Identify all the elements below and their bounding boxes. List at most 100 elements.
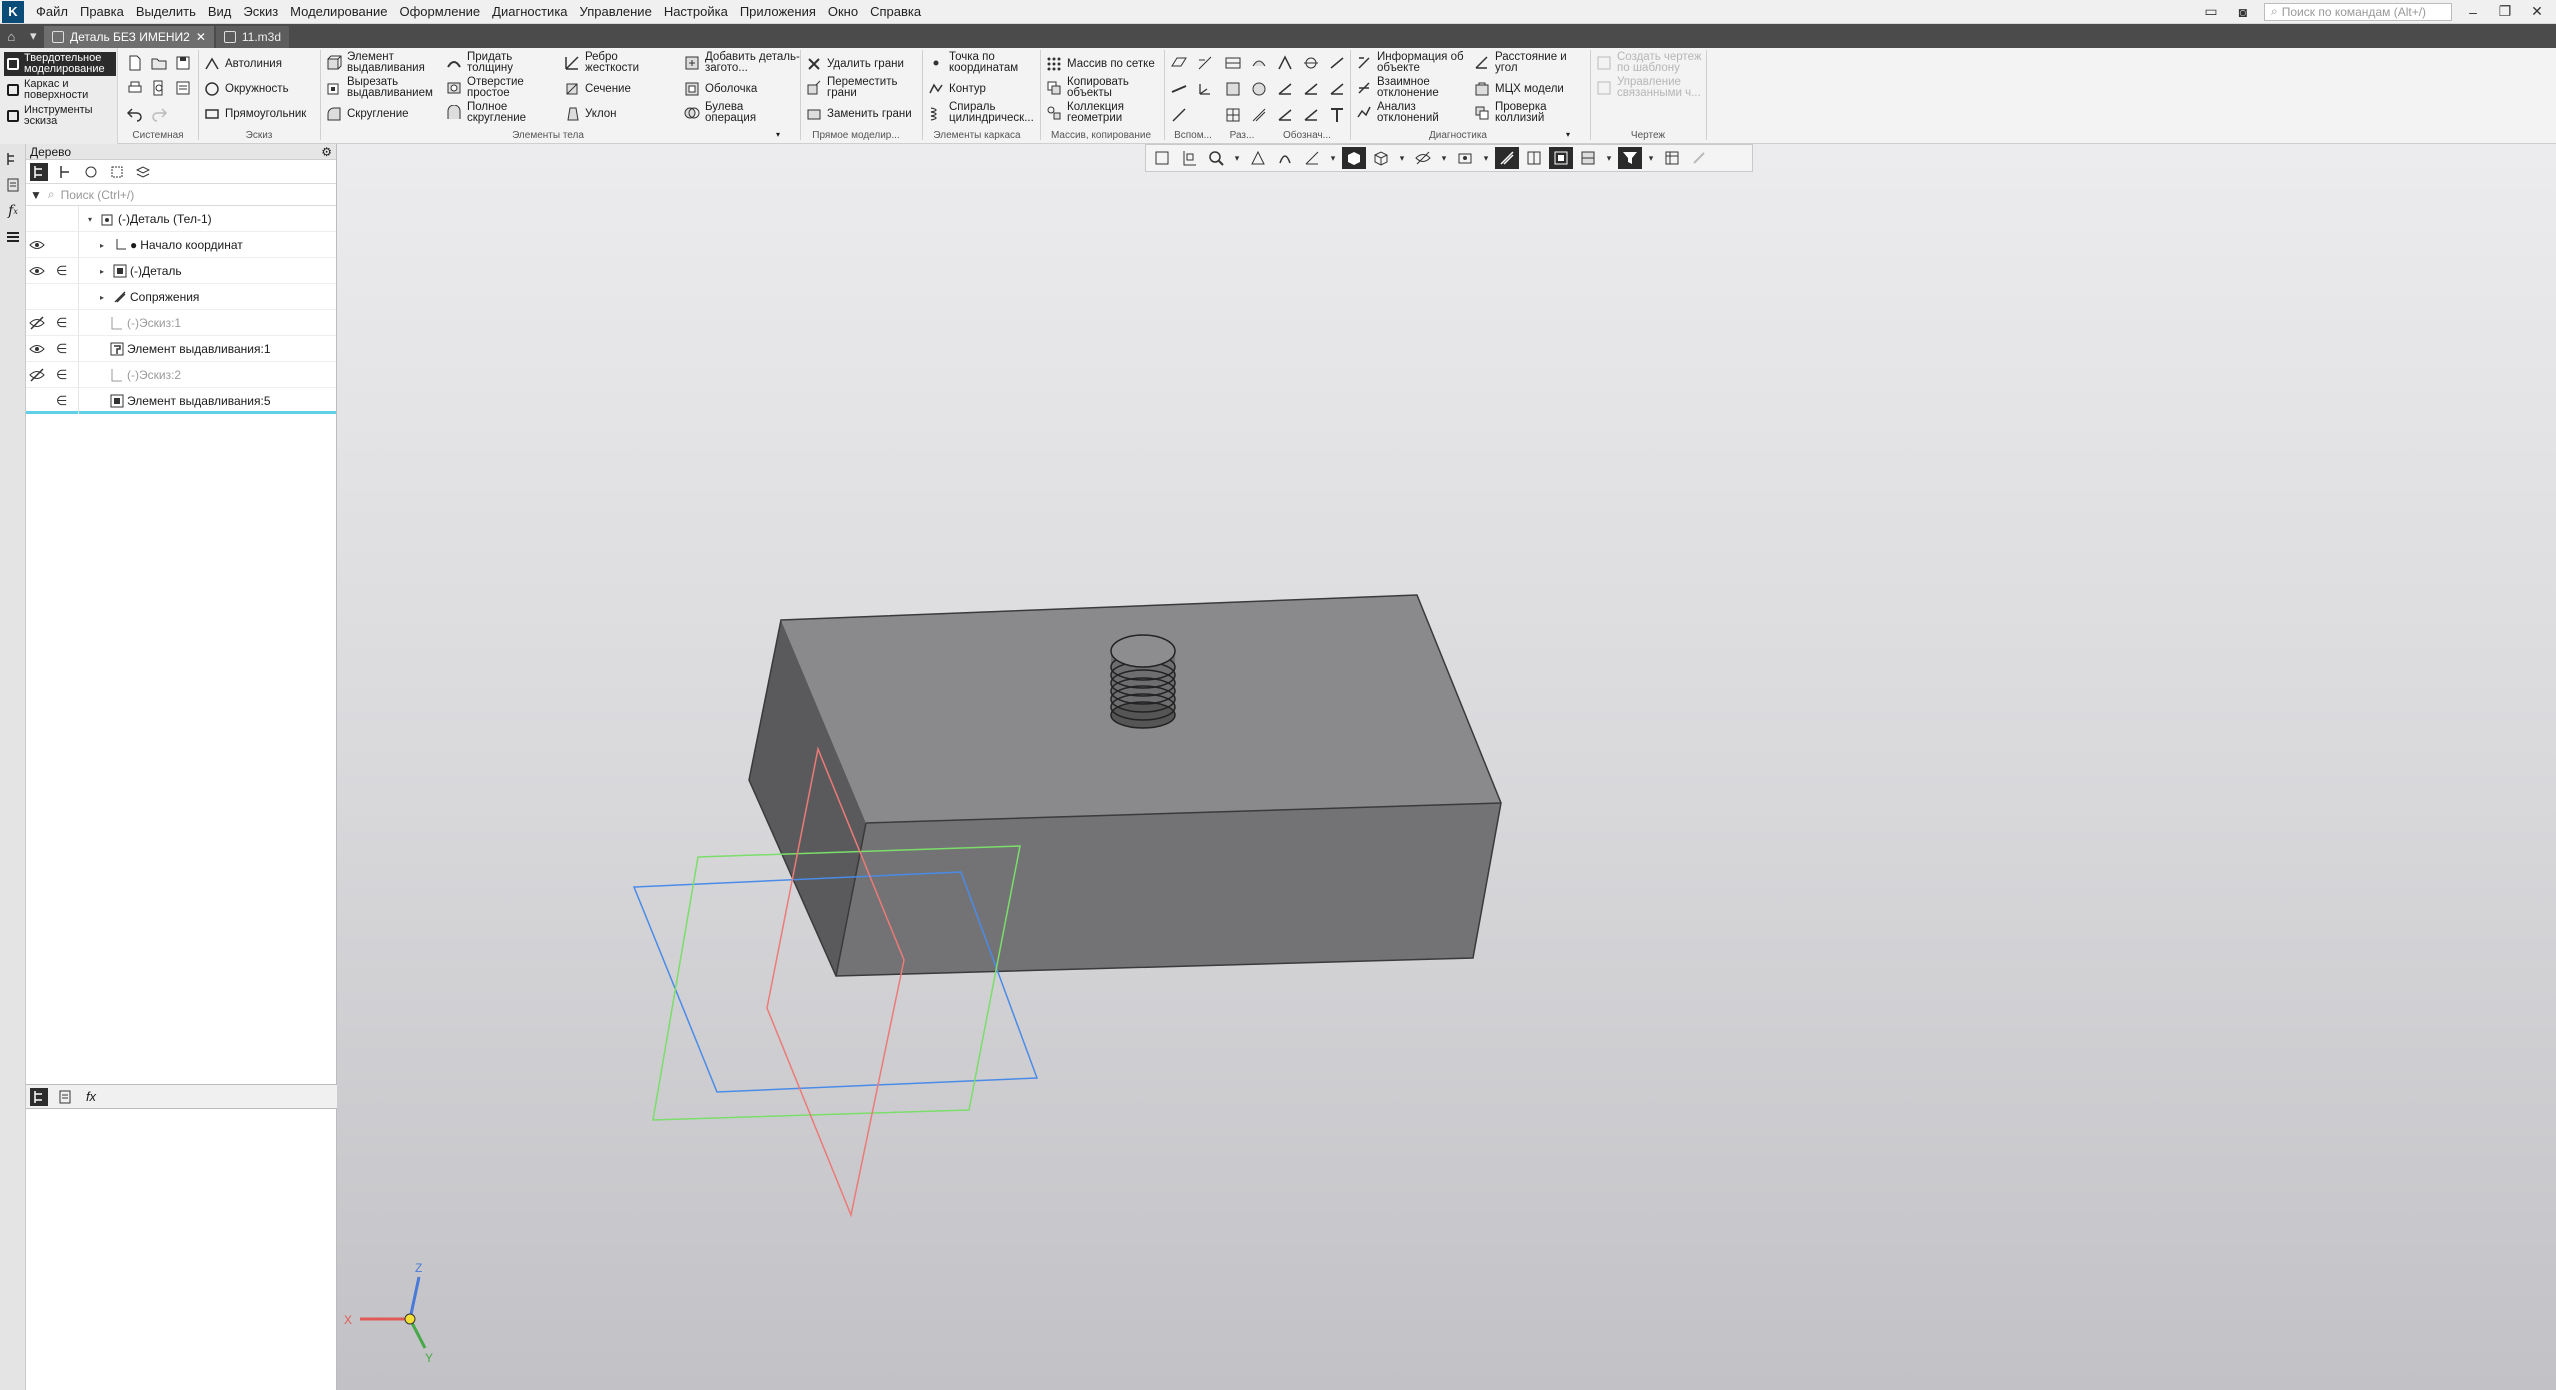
layout-icon[interactable]: ▭ [2200,3,2222,20]
command-search-input[interactable]: ⌕ Поиск по командам (Alt+/) [2264,2,2452,21]
cut-line-icon[interactable] [1328,80,1346,98]
menu-control[interactable]: Управление [574,0,658,24]
close-icon[interactable]: ✕ [2526,3,2548,20]
eye-hidden-icon[interactable] [29,367,45,383]
boolean-button[interactable]: Булева операция [684,101,785,124]
relation-icon[interactable]: ∈ [56,341,72,357]
save-icon[interactable] [174,54,192,72]
replace-faces-button[interactable]: Заменить грани [806,106,912,122]
expand-arrow-icon[interactable]: ▸ [100,241,110,250]
menu-select[interactable]: Выделить [130,0,202,24]
extrude-button[interactable]: Элемент выдавливания [326,51,437,74]
tree-node[interactable]: Элемент выдавливания:1 [110,336,271,362]
mode-sketch-tools[interactable]: Инструменты эскиза [4,104,116,128]
tree-row-sketch-2[interactable]: ∈ (-)Эскиз:2 [26,362,336,388]
filter-icon[interactable] [1618,147,1642,169]
distance-angle-button[interactable]: Расстояние и угол [1474,51,1585,74]
group-expand-icon[interactable]: ▾ [776,130,780,139]
collapse-arrow-icon[interactable]: ▾ [88,215,98,224]
snap-icon[interactable] [1495,147,1519,169]
tree-node[interactable]: ▸ Сопряжения [100,284,199,310]
layers-panel-icon[interactable] [2,226,24,248]
relation-icon[interactable]: ∈ [56,367,72,383]
tree-panel-icon[interactable] [2,148,24,170]
eye-icon[interactable] [29,237,45,253]
group-expand-icon[interactable]: ▾ [1566,130,1570,139]
home-tab[interactable]: ⌂ ▾ [0,24,44,48]
scene-canvas[interactable]: Z X Y [337,144,2556,1390]
tree-node[interactable]: (-)Эскиз:2 [110,362,181,388]
tree-filter-icon[interactable] [108,163,126,181]
delete-faces-button[interactable]: Удалить грани [806,56,904,72]
manage-linked-button[interactable]: Управление связанными ч... [1596,76,1707,99]
view-fit-icon[interactable] [1177,147,1201,169]
tree-row-extrude-1[interactable]: ∈ Элемент выдавливания:1 [26,336,336,362]
selection-settings-icon[interactable] [1660,147,1684,169]
layers-dropdown-icon[interactable]: ▾ [1603,147,1615,169]
variables-panel-icon[interactable]: fx [2,200,24,222]
tree-node[interactable]: ▸ (-)Деталь [100,258,182,284]
menu-file[interactable]: Файл [30,0,74,24]
tree-row-detail[interactable]: ∈ ▸ (-)Деталь [26,258,336,284]
rib-button[interactable]: Ребро жесткости [564,51,655,74]
body-front-face[interactable] [836,803,1501,976]
grid-array-button[interactable]: Массив по сетке [1046,56,1155,72]
text-icon[interactable] [1328,106,1346,124]
tree-ops-icon[interactable] [56,163,74,181]
full-round-button[interactable]: Полное скругление [446,101,537,124]
thicken-button[interactable]: Придать толщину [446,51,537,74]
hide-dropdown-icon[interactable]: ▾ [1438,147,1450,169]
section-button[interactable]: Сечение [564,81,631,97]
relation-icon[interactable]: ∈ [56,263,72,279]
linear-dim-icon[interactable] [1224,54,1242,72]
roughness-icon[interactable] [1276,54,1294,72]
filter-icon[interactable]: ▼ [30,188,42,202]
display-mode-icon[interactable] [1369,147,1393,169]
preview-icon[interactable] [150,79,168,97]
tree-row-mates[interactable]: ▸ Сопряжения [26,284,336,310]
menu-modeling[interactable]: Моделирование [284,0,393,24]
geometry-collection-button[interactable]: Коллекция геометрии [1046,101,1147,124]
tree-row-sketch-1[interactable]: ∈ (-)Эскиз:1 [26,310,336,336]
orient-icon[interactable] [1300,147,1324,169]
diam-dim-icon[interactable] [1250,54,1268,72]
copy-objects-button[interactable]: Копировать объекты [1046,76,1147,99]
tree-structure-icon[interactable] [30,162,48,181]
menu-diagnostics[interactable]: Диагностика [486,0,573,24]
move-faces-button[interactable]: Переместить грани [806,76,907,99]
tab-close-icon[interactable]: ✕ [196,30,206,44]
fillet-button[interactable]: Скругление [326,106,409,122]
tab-list-icon[interactable]: ▾ [30,28,37,44]
thread-mark-icon[interactable] [1302,106,1320,124]
tree-node[interactable]: ▾ (-)Деталь (Тел-1) [88,206,212,232]
add-stock-button[interactable]: Добавить деталь-загото... [684,51,805,74]
screenshot-icon[interactable]: ◙ [2232,4,2254,20]
object-info-button[interactable]: Информация об объекте [1356,51,1477,74]
expand-arrow-icon[interactable]: ▸ [100,293,110,302]
spiral-button[interactable]: Спираль цилиндрическ... [928,101,1039,124]
eye-icon[interactable] [29,263,45,279]
pen-icon[interactable] [1687,147,1711,169]
expand-arrow-icon[interactable]: ▸ [100,267,110,276]
auto-dim-icon[interactable] [1250,80,1268,98]
deviation-analysis-button[interactable]: Анализ отклонений [1356,101,1457,124]
zoom-icon[interactable] [1204,147,1228,169]
redo-icon[interactable] [150,104,168,122]
tree-row-extrude-5[interactable]: ∈ Элемент выдавливания:5 [26,388,336,414]
mass-props-button[interactable]: МЦХ модели [1474,81,1564,97]
tree-node[interactable]: (-)Эскиз:1 [110,310,181,336]
perspective-icon[interactable] [1549,147,1573,169]
axis-line-icon[interactable] [1276,106,1294,124]
base-icon[interactable] [1328,54,1346,72]
tree-layers-icon[interactable] [134,163,152,181]
print-icon[interactable] [126,79,144,97]
collision-check-button[interactable]: Проверка коллизий [1474,101,1575,124]
pan-icon[interactable] [1246,147,1270,169]
new-doc-icon[interactable] [126,54,144,72]
layers-view-icon[interactable] [1576,147,1600,169]
menu-help[interactable]: Справка [864,0,927,24]
restore-icon[interactable]: ❐ [2494,3,2516,20]
autoline-button[interactable]: Автолиния [204,56,282,72]
aux-plane-icon[interactable] [1170,54,1188,72]
menu-apps[interactable]: Приложения [734,0,822,24]
